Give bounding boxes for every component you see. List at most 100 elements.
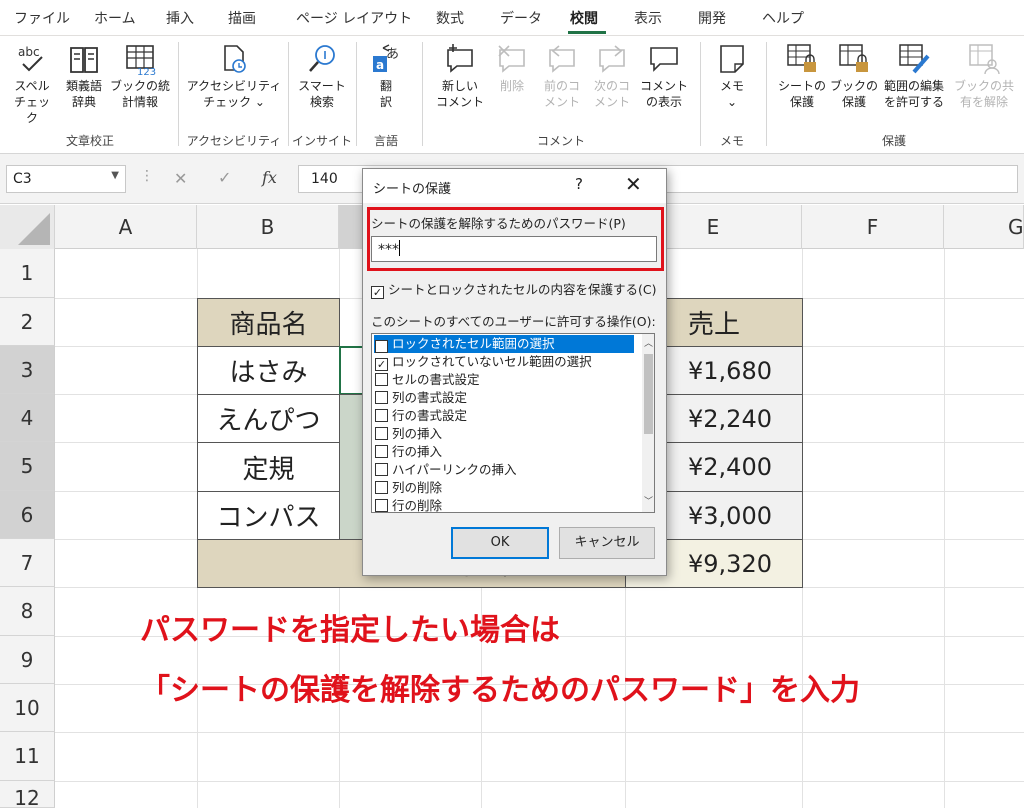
tab-home[interactable]: ホーム [94,8,136,28]
smart-lookup-button[interactable]: スマート 検索 [294,42,350,110]
memo-label-1: メモ [719,79,744,93]
permission-item[interactable]: 列の挿入 [374,425,442,443]
spell-check-button[interactable]: abc スペル チェック [10,42,54,126]
column-header-g[interactable]: G [944,205,1024,249]
row-header-11[interactable]: 11 [0,732,55,781]
header-cell-product[interactable]: 商品名 [197,298,340,347]
tab-page-layout[interactable]: ページ レイアウト [296,8,412,28]
checkbox-icon[interactable] [375,499,388,512]
notes-button[interactable]: メモ ⌄ [710,42,754,110]
checkbox-icon[interactable] [375,481,388,494]
product-cell[interactable]: コンパス [197,491,340,540]
checkbox-icon[interactable] [375,409,388,422]
enter-icon[interactable]: ✓ [218,168,231,187]
row-header-4[interactable]: 4 [0,394,55,442]
tab-view[interactable]: 表示 [634,8,662,28]
close-icon[interactable]: ✕ [625,172,642,196]
row-header-2[interactable]: 2 [0,298,55,346]
product-cell[interactable]: はさみ [197,346,340,395]
new-comment-button[interactable]: 新しい コメント [432,42,488,110]
tab-file[interactable]: ファイル [14,8,70,28]
tab-formulas[interactable]: 数式 [436,8,464,28]
ok-button[interactable]: OK [451,527,549,559]
protect-workbook-button[interactable]: ブックの 保護 [830,42,878,110]
permission-item[interactable]: 行の書式設定 [374,407,467,425]
tab-review[interactable]: 校閲 [570,8,598,28]
product-cell[interactable]: 定規 [197,442,340,492]
accessibility-check-button[interactable]: アクセシビリティ チェック ⌄ [186,42,282,110]
chevron-up-icon[interactable]: ︿ [644,336,653,349]
gridline [55,732,1024,733]
row-header-9[interactable]: 9 [0,636,55,684]
dialog-title-bar[interactable]: シートの保護 ? ✕ [363,169,666,203]
delete-label-1: 削除 [499,79,524,93]
cancel-button[interactable]: キャンセル [559,527,655,559]
checkbox-icon[interactable] [375,463,388,476]
select-all-corner[interactable] [0,205,55,249]
column-header-f[interactable]: F [802,205,944,249]
tab-data[interactable]: データ [500,8,542,28]
svg-text:123: 123 [137,67,156,76]
allow-edit-ranges-button[interactable]: 範囲の編集 を許可する [878,42,950,110]
checkbox-checked-icon[interactable]: ✓ [375,340,388,353]
allowedit-label-1: 範囲の編集 [883,79,944,93]
previous-comment-icon [545,42,579,76]
show-comments-button[interactable]: コメント の表示 [638,42,690,110]
tab-insert[interactable]: 挿入 [166,8,194,28]
row-header-7[interactable]: 7 [0,539,55,587]
row-header-8[interactable]: 8 [0,587,55,636]
tab-developer[interactable]: 開発 [698,8,726,28]
permission-item[interactable]: ✓ ロックされていないセル範囲の選択 [374,353,592,371]
column-header-b[interactable]: B [197,205,339,249]
password-input[interactable]: *** [371,236,657,262]
row-header-3[interactable]: 3 [0,346,55,394]
name-box[interactable]: C3 ▼ [6,165,126,193]
help-icon[interactable]: ? [575,175,583,193]
workbook-statistics-button[interactable]: 123 ブックの統 計情報 [110,42,170,110]
permission-item[interactable]: 列の削除 [374,479,442,497]
delete-comment-button[interactable]: 削除 [490,42,534,94]
row-header-12[interactable]: 12 [0,781,55,808]
row-header-5[interactable]: 5 [0,442,55,491]
product-cell[interactable]: えんぴつ [197,394,340,443]
checkbox-icon[interactable] [375,391,388,404]
note-icon [715,42,749,76]
permission-item[interactable]: セルの書式設定 [374,371,480,389]
permission-item[interactable]: 行の挿入 [374,443,442,461]
next-comment-button[interactable]: 次のコ メント [588,42,636,110]
chevron-down-icon[interactable]: ▼ [111,170,119,181]
tab-draw[interactable]: 描画 [228,8,256,28]
column-header-a[interactable]: A [55,205,197,249]
permission-item[interactable]: 列の書式設定 [374,389,467,407]
newcomment-label-1: 新しい [441,79,478,93]
protect-workbook-icon [837,42,871,76]
unshare-workbook-button[interactable]: ブックの共 有を解除 [952,42,1016,110]
dialog-title: シートの保護 [373,182,452,197]
cancel-icon[interactable]: ✕ [174,169,187,188]
permission-item[interactable]: 行の削除 [374,497,442,512]
translate-label-2: 訳 [379,95,392,109]
thesaurus-button[interactable]: 類義語 辞典 [60,42,108,110]
permission-label: ロックされたセル範囲の選択 [392,336,555,351]
row-header-1[interactable]: 1 [0,249,55,298]
protect-contents-checkbox-row[interactable]: ✓ シートとロックされたセルの内容を保護する(C) [371,279,656,299]
permission-item[interactable]: ハイパーリンクの挿入 [374,461,517,479]
chevron-down-icon[interactable]: ﹀ [644,494,653,507]
protect-contents-checkbox[interactable]: ✓ [371,286,384,299]
checkbox-icon[interactable] [375,373,388,386]
insert-function-icon[interactable]: fx [262,168,277,187]
protect-sheet-button[interactable]: シートの 保護 [774,42,830,110]
tab-help[interactable]: ヘルプ [762,8,804,28]
permissions-list[interactable]: ✓ ロックされたセル範囲の選択 ✓ ロックされていないセル範囲の選択 セルの書式設定… [371,333,655,513]
row-header-10[interactable]: 10 [0,684,55,732]
checkbox-icon[interactable] [375,445,388,458]
translate-button[interactable]: aあ 翻 訳 [364,42,408,110]
checkbox-checked-icon[interactable]: ✓ [375,358,388,371]
checkbox-icon[interactable] [375,427,388,440]
previous-comment-button[interactable]: 前のコ メント [538,42,586,110]
row-header-6[interactable]: 6 [0,491,55,539]
permission-item[interactable]: ✓ ロックされたセル範囲の選択 [374,335,634,353]
scrollbar-thumb[interactable] [644,354,653,434]
unshare-label-2: 有を解除 [959,95,1008,109]
allowedit-label-2: を許可する [883,95,944,109]
